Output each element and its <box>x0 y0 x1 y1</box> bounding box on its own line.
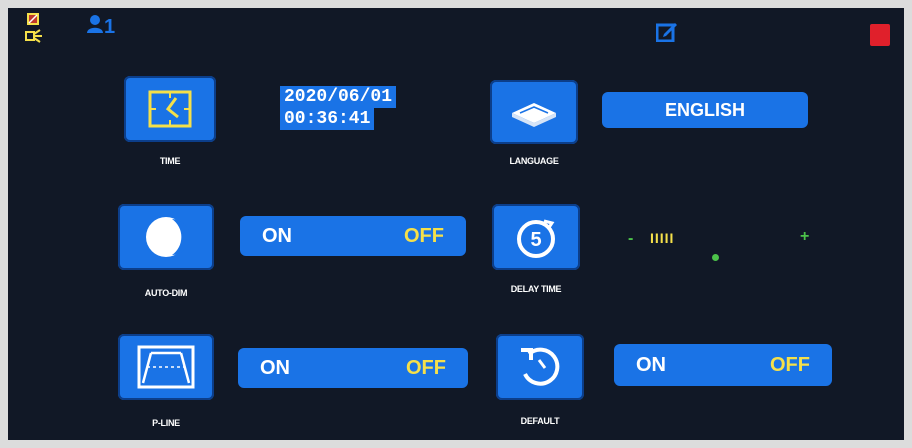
default-off[interactable]: OFF <box>770 354 810 377</box>
delay-minus[interactable]: - <box>628 230 633 248</box>
user-count: 1 <box>104 15 116 38</box>
date-value: 2020/06/01 <box>280 86 397 108</box>
clock-value: 00:36:41 <box>280 108 375 130</box>
user-indicator: 1 <box>86 14 115 39</box>
delay-time-label: DELAY TIME <box>510 284 562 294</box>
delay-knob[interactable] <box>712 254 719 261</box>
device-screen: 1 TIME 2020/06/01 00:36:41 LANGUAGE ENGL… <box>8 8 904 440</box>
moon-icon <box>142 213 190 261</box>
user-icon <box>86 14 104 39</box>
delay-level: IIIII <box>650 230 675 246</box>
p-line-label: P-LINE <box>152 418 180 428</box>
default-button[interactable] <box>496 334 584 400</box>
delay-time-button[interactable]: 5 <box>492 204 580 270</box>
auto-dim-toggle[interactable]: ON OFF <box>240 216 466 256</box>
default-toggle[interactable]: ON OFF <box>614 344 832 386</box>
time-label: TIME <box>159 156 181 166</box>
delay-plus[interactable]: + <box>800 228 809 246</box>
delay-time-slider[interactable]: - IIIII + <box>628 228 818 268</box>
language-button[interactable] <box>490 80 578 144</box>
timer-icon: 5 <box>514 215 558 259</box>
default-label: DEFAULT <box>520 416 560 426</box>
signal-icon <box>24 28 44 49</box>
auto-dim-on[interactable]: ON <box>262 225 292 248</box>
edit-icon[interactable] <box>655 20 678 47</box>
time-button[interactable] <box>124 76 216 142</box>
record-icon <box>870 24 890 46</box>
book-icon <box>508 97 560 127</box>
parking-lines-icon <box>137 345 195 389</box>
p-line-toggle[interactable]: ON OFF <box>238 348 468 388</box>
auto-dim-off[interactable]: OFF <box>404 225 444 248</box>
clock-icon <box>148 90 192 128</box>
p-line-off[interactable]: OFF <box>406 357 446 380</box>
p-line-button[interactable] <box>118 334 214 400</box>
svg-text:5: 5 <box>530 229 541 251</box>
default-on[interactable]: ON <box>636 354 666 377</box>
auto-dim-button[interactable] <box>118 204 214 270</box>
language-label: LANGUAGE <box>509 156 559 166</box>
datetime-display[interactable]: 2020/06/01 00:36:41 <box>280 86 440 130</box>
auto-dim-label: AUTO-DIM <box>144 288 188 298</box>
p-line-on[interactable]: ON <box>260 357 290 380</box>
language-value[interactable]: ENGLISH <box>602 92 808 128</box>
reset-icon <box>517 344 563 390</box>
